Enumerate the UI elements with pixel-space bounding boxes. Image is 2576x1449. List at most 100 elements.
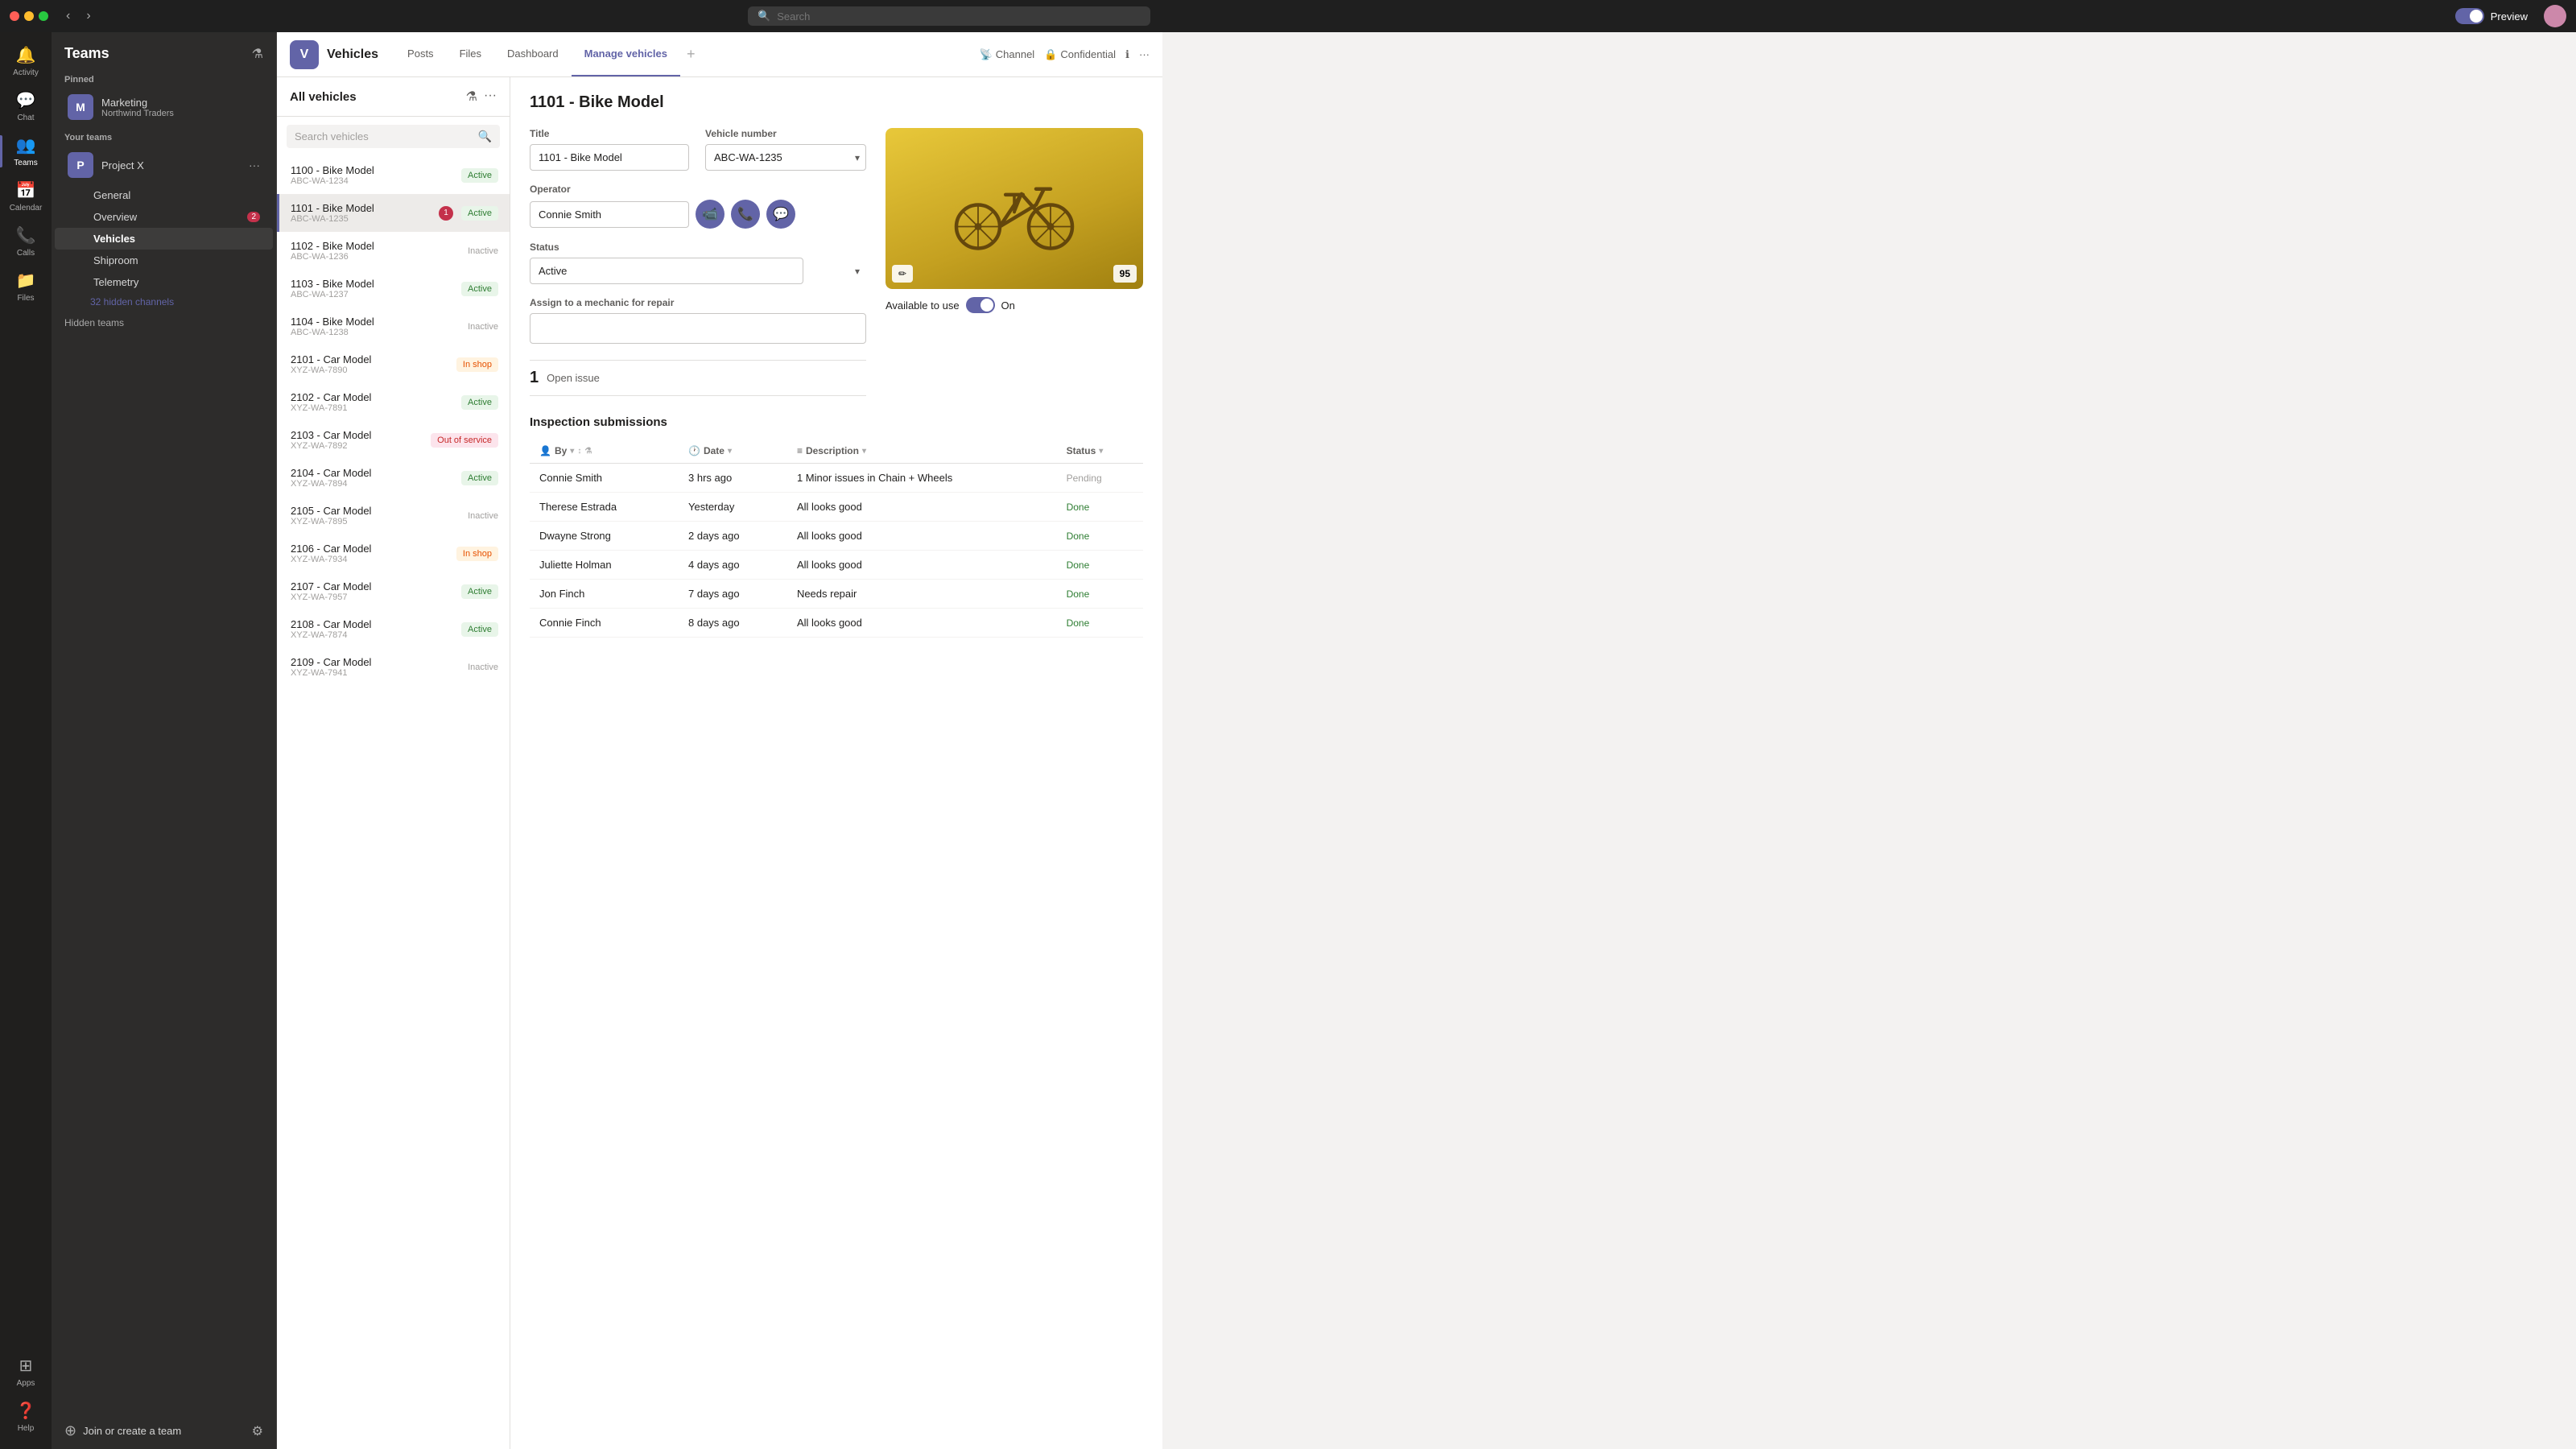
form-group-mechanic: Assign to a mechanic for repair <box>530 297 866 344</box>
vehicle-list-item[interactable]: 1103 - Bike Model ABC-WA-1237 Active <box>277 270 510 308</box>
vehicle-list-item[interactable]: 2104 - Car Model XYZ-WA-7894 Active <box>277 459 510 497</box>
search-input[interactable] <box>777 10 1141 23</box>
minimize-dot[interactable] <box>24 11 34 21</box>
maximize-dot[interactable] <box>39 11 48 21</box>
vehicle-list-item[interactable]: 2106 - Car Model XYZ-WA-7934 In shop <box>277 535 510 572</box>
vehicle-number-select[interactable]: ABC-WA-1235 <box>705 144 866 171</box>
vehicle-image-edit-button[interactable]: ✏ <box>892 265 913 283</box>
vehicle-filter-icon[interactable]: ⚗ <box>466 89 477 105</box>
sidebar-item-chat[interactable]: 💬 Chat <box>0 84 52 129</box>
vehicle-name: 1104 - Bike Model <box>291 316 374 328</box>
pinned-team-marketing[interactable]: M Marketing Northwind Traders <box>55 88 273 126</box>
operator-name-input[interactable] <box>530 201 689 228</box>
vehicle-item-info: 1103 - Bike Model ABC-WA-1237 <box>291 278 374 299</box>
description-sort-icon[interactable]: ▾ <box>862 447 866 456</box>
vehicle-list-item[interactable]: 2109 - Car Model XYZ-WA-7941 Inactive <box>277 648 510 686</box>
sidebar-item-apps[interactable]: ⊞ Apps <box>16 1349 36 1394</box>
vehicle-list-item[interactable]: 2107 - Car Model XYZ-WA-7957 Active <box>277 572 510 610</box>
inspection-date: 3 hrs ago <box>679 464 787 493</box>
vehicle-item-info: 1104 - Bike Model ABC-WA-1238 <box>291 316 374 337</box>
channel-telemetry[interactable]: Telemetry <box>55 271 273 293</box>
sidebar-item-help[interactable]: ❓ Help <box>16 1394 36 1439</box>
operator-video-button[interactable]: 📹 <box>696 200 724 229</box>
vehicle-item-info: 1100 - Bike Model ABC-WA-1234 <box>291 164 374 186</box>
team-more-icon[interactable]: ··· <box>249 159 260 171</box>
vehicle-list-item[interactable]: 2103 - Car Model XYZ-WA-7892 Out of serv… <box>277 421 510 459</box>
tab-dashboard[interactable]: Dashboard <box>494 32 572 76</box>
sidebar-item-teams[interactable]: 👥 Teams <box>0 129 52 174</box>
join-create-team[interactable]: ⊕ Join or create a team ⚙ <box>52 1413 276 1449</box>
vehicle-list-item[interactable]: 2101 - Car Model XYZ-WA-7890 In shop <box>277 345 510 383</box>
vehicle-more-icon[interactable]: ··· <box>484 89 497 105</box>
preview-area: Preview <box>2455 5 2566 27</box>
bike-visual <box>886 128 1143 289</box>
calendar-icon: 📅 <box>16 180 36 200</box>
channel-action-confidential[interactable]: 🔒 Confidential <box>1044 48 1116 61</box>
vehicle-status-badge: Active <box>461 584 498 599</box>
search-icon: 🔍 <box>758 10 770 23</box>
sidebar-item-calls[interactable]: 📞 Calls <box>0 219 52 264</box>
vehicle-search-input[interactable] <box>295 130 478 142</box>
assign-mechanic-input[interactable] <box>530 313 866 344</box>
hidden-channels-link[interactable]: 32 hidden channels <box>52 293 276 311</box>
vehicle-list-item[interactable]: 1104 - Bike Model ABC-WA-1238 Inactive <box>277 308 510 345</box>
preview-toggle[interactable] <box>2455 8 2484 24</box>
detail-form-area: Title Vehicle number ABC-WA-1235 <box>530 128 866 399</box>
vehicle-list-item[interactable]: 2105 - Car Model XYZ-WA-7895 Inactive <box>277 497 510 535</box>
clock-icon: 🕐 <box>688 445 700 456</box>
vehicle-search[interactable]: 🔍 <box>287 125 500 148</box>
channel-shiproom[interactable]: Shiproom <box>55 250 273 271</box>
pinned-team-info: Marketing Northwind Traders <box>101 97 174 118</box>
vehicle-status-area: Out of service <box>431 433 498 448</box>
back-button[interactable]: ‹ <box>61 7 75 25</box>
inspection-date: 2 days ago <box>679 522 787 551</box>
sidebar-item-activity[interactable]: 🔔 Activity <box>0 39 52 84</box>
vehicle-list-item[interactable]: 1102 - Bike Model ABC-WA-1236 Inactive <box>277 232 510 270</box>
global-search[interactable]: 🔍 <box>748 6 1150 26</box>
channel-vehicles-label: Vehicles <box>93 233 135 245</box>
channel-info-button[interactable]: ℹ <box>1125 48 1129 61</box>
close-dot[interactable] <box>10 11 19 21</box>
user-avatar[interactable] <box>2544 5 2566 27</box>
title-input[interactable] <box>530 144 689 171</box>
inspection-by: Juliette Holman <box>530 551 679 580</box>
channel-action-channel[interactable]: 📡 Channel <box>980 48 1035 61</box>
filter-icon[interactable]: ⚗ <box>252 46 263 62</box>
vehicle-list-item[interactable]: 1100 - Bike Model ABC-WA-1234 Active <box>277 156 510 194</box>
tab-manage-vehicles[interactable]: Manage vehicles <box>572 32 680 76</box>
by-order-icon[interactable]: ↕ <box>577 447 581 456</box>
operator-phone-button[interactable]: 📞 <box>731 200 760 229</box>
status-sort-icon[interactable]: ▾ <box>1099 447 1103 456</box>
team-project-x[interactable]: P Project X ··· <box>55 146 273 184</box>
vehicle-list-item[interactable]: 1101 - Bike Model ABC-WA-1235 1 Active <box>277 194 510 232</box>
channel-overview[interactable]: Overview 2 <box>55 206 273 228</box>
status-select[interactable]: Active Inactive In shop Out of service <box>530 258 803 284</box>
vehicle-item-info: 1102 - Bike Model ABC-WA-1236 <box>291 240 374 262</box>
tab-posts[interactable]: Posts <box>394 32 447 76</box>
vehicle-item-info: 2102 - Car Model XYZ-WA-7891 <box>291 391 371 413</box>
vehicle-status-badge: Inactive <box>468 246 498 256</box>
vehicle-list-item[interactable]: 2108 - Car Model XYZ-WA-7874 Active <box>277 610 510 648</box>
channel-more-button[interactable]: ··· <box>1139 48 1150 60</box>
operator-chat-button[interactable]: 💬 <box>766 200 795 229</box>
add-tab-button[interactable]: + <box>680 32 702 76</box>
by-filter-icon[interactable]: ⚗ <box>584 447 592 456</box>
vehicle-name: 2102 - Car Model <box>291 391 371 403</box>
sidebar-item-files[interactable]: 📁 Files <box>0 264 52 309</box>
inspection-by: Jon Finch <box>530 580 679 609</box>
sidebar-item-calendar[interactable]: 📅 Calendar <box>0 174 52 219</box>
available-toggle[interactable] <box>966 297 995 313</box>
tab-files[interactable]: Files <box>447 32 494 76</box>
vehicle-status-badge: Active <box>461 395 498 410</box>
channel-general[interactable]: General <box>55 184 273 206</box>
vehicle-name: 1101 - Bike Model <box>291 202 374 214</box>
vehicle-image-container: ✏ 95 <box>886 128 1143 289</box>
forward-button[interactable]: › <box>81 7 95 25</box>
channel-vehicles[interactable]: Vehicles <box>55 228 273 250</box>
manage-content: All vehicles ⚗ ··· 🔍 1100 - Bike Model A… <box>277 77 1162 1449</box>
vehicle-detail-panel: 1101 - Bike Model Title Vehicle number <box>510 77 1162 1449</box>
date-sort-icon[interactable]: ▾ <box>728 447 732 456</box>
settings-gear-icon[interactable]: ⚙ <box>252 1423 263 1439</box>
by-sort-icon[interactable]: ▾ <box>570 447 574 456</box>
vehicle-list-item[interactable]: 2102 - Car Model XYZ-WA-7891 Active <box>277 383 510 421</box>
